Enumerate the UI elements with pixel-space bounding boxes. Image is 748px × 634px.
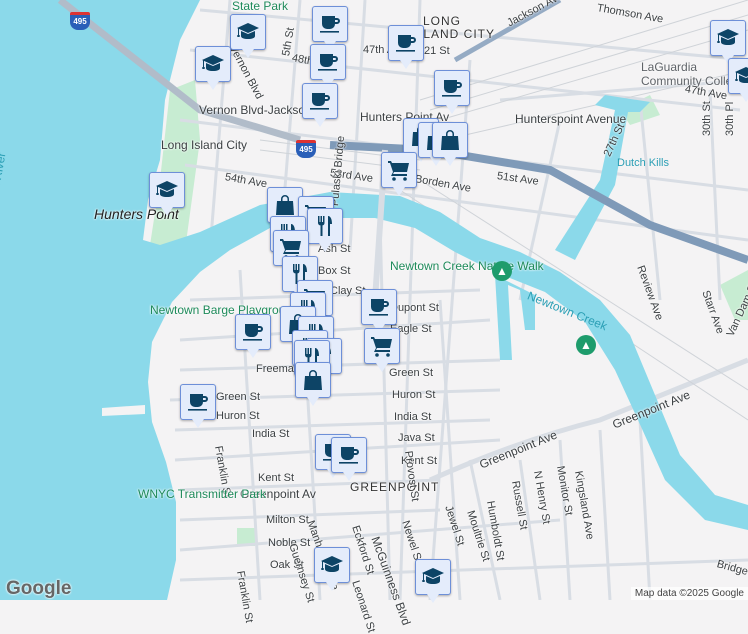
fork-knife-icon xyxy=(313,214,337,238)
label-barge-playground: Newtown Barge Playground xyxy=(150,303,299,317)
map-marker-restaurant[interactable] xyxy=(307,208,343,252)
coffee-cup-icon xyxy=(337,443,361,467)
map-marker-cafe[interactable] xyxy=(361,289,397,333)
label-box-st: Box St xyxy=(318,265,351,277)
label-india-st: India St xyxy=(394,411,432,423)
label-kent-st-w: Kent St xyxy=(258,472,295,484)
graduation-cap-icon xyxy=(236,20,260,44)
label-long: LONG xyxy=(423,14,462,28)
map-marker-cafe[interactable] xyxy=(310,44,346,88)
label-hunterspoint-avenue: Hunterspoint Avenue xyxy=(515,112,627,126)
shopping-cart-icon xyxy=(370,334,394,358)
coffee-cup-icon xyxy=(318,12,342,36)
map-attribution[interactable]: Map data ©2025 Google xyxy=(630,587,748,600)
label-huron-st-w: Huron St xyxy=(216,410,260,422)
map-marker-school[interactable] xyxy=(415,559,451,603)
google-logo: Google xyxy=(6,578,72,599)
label-state-park: State Park xyxy=(232,0,289,13)
label-wnyc: WNYC Transmitter Park xyxy=(138,487,267,501)
map-marker-cafe[interactable] xyxy=(302,83,338,127)
park-tree-icon: ▲ xyxy=(492,261,512,281)
label-java-st: Java St xyxy=(398,432,435,444)
inlet-water xyxy=(495,275,535,360)
graduation-cap-icon xyxy=(421,565,445,589)
map-marker-school[interactable] xyxy=(149,172,185,216)
map-marker-school[interactable] xyxy=(195,46,231,90)
map-marker-cafe[interactable] xyxy=(388,25,424,69)
label-nature-walk: Newtown Creek Nature Walk xyxy=(390,259,544,273)
graduation-cap-icon xyxy=(734,64,748,88)
graduation-cap-icon xyxy=(155,178,179,202)
map-marker-school[interactable] xyxy=(728,58,748,102)
coffee-cup-icon xyxy=(316,50,340,74)
map-marker-cafe[interactable] xyxy=(331,437,367,481)
label-dutch-kills: Dutch Kills xyxy=(617,157,669,169)
coffee-cup-icon xyxy=(241,320,265,344)
map-marker-cafe[interactable] xyxy=(312,6,348,50)
label-india-st-w: India St xyxy=(252,428,290,440)
label-dupont-st: Dupont St xyxy=(390,302,439,314)
coffee-cup-icon xyxy=(308,89,332,113)
label-lic-station: Long Island City xyxy=(161,138,248,152)
i495-shield: 495 xyxy=(70,12,90,30)
coffee-cup-icon xyxy=(440,76,464,100)
graduation-cap-icon xyxy=(320,553,344,577)
shopping-bag-icon xyxy=(301,368,325,392)
coffee-cup-icon xyxy=(367,295,391,319)
park-tree-icon: ▲ xyxy=(576,335,596,355)
label-green-st: Green St xyxy=(389,367,434,379)
shopping-bag-icon xyxy=(438,128,462,152)
map-marker-school[interactable] xyxy=(230,14,266,58)
label-21-st: 21 St xyxy=(424,45,450,57)
map-marker-school[interactable] xyxy=(314,547,350,591)
label-30th-pl: 30th Pl xyxy=(724,101,736,136)
map-marker-cafe[interactable] xyxy=(434,70,470,114)
map-marker-cafe[interactable] xyxy=(180,384,216,428)
label-greenpoint: GREENPOINT xyxy=(350,480,440,494)
map-marker-school[interactable] xyxy=(710,20,746,64)
map-marker-grocery[interactable] xyxy=(381,152,417,196)
graduation-cap-icon xyxy=(716,26,740,50)
map-marker-shopping[interactable] xyxy=(432,122,468,166)
map-marker-grocery[interactable] xyxy=(364,328,400,372)
graduation-cap-icon xyxy=(201,52,225,76)
label-milton-st: Milton St xyxy=(266,514,309,526)
map-marker-shopping[interactable] xyxy=(295,362,331,406)
coffee-cup-icon xyxy=(186,390,210,414)
label-30th-st: 30th St xyxy=(701,101,713,136)
shopping-cart-icon xyxy=(387,158,411,182)
map-marker-cafe[interactable] xyxy=(235,314,271,358)
label-green-st-w: Green St xyxy=(216,391,261,403)
shopping-bag-icon xyxy=(273,193,297,217)
label-huron-st: Huron St xyxy=(392,389,436,401)
coffee-cup-icon xyxy=(394,31,418,55)
i495-shield: 495 xyxy=(296,140,316,158)
